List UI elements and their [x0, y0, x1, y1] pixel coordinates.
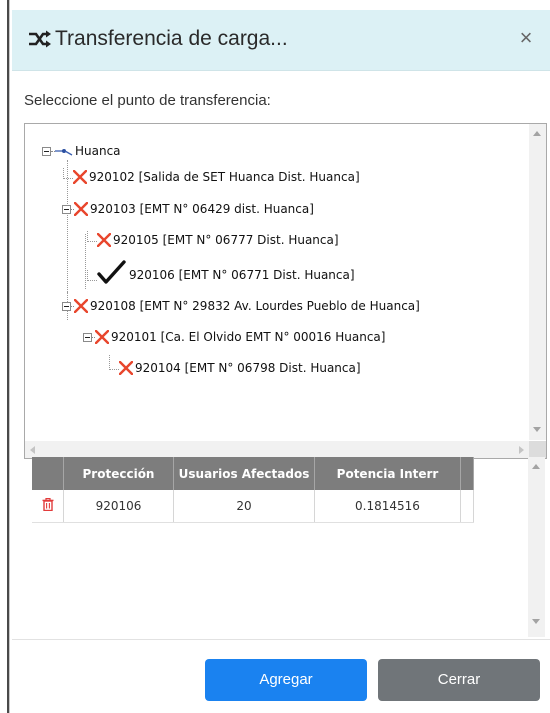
tree-node-label: 920101 [Ca. El Olvido EMT N° 00016 Huanc… [111, 330, 386, 344]
tree-node[interactable]: 920103 [EMT N° 06429 dist. Huanca] [62, 202, 314, 216]
cell-usuarios: 20 [173, 490, 315, 523]
cell-potencia: 0.1814516 [314, 490, 461, 523]
header-proteccion[interactable]: Protección [63, 457, 174, 490]
tree-node[interactable]: 920101 [Ca. El Olvido EMT N° 00016 Huanc… [83, 330, 385, 344]
footer-divider [12, 639, 550, 640]
tree-node-selected[interactable]: 920106 [EMT N° 06771 Dist. Huanca] [87, 260, 355, 286]
network-root-icon [55, 149, 73, 156]
collapse-toggle-icon[interactable] [42, 146, 51, 156]
transfer-icon [29, 30, 51, 48]
tree-root-node[interactable]: Huanca [42, 144, 121, 158]
checkmark-icon [97, 260, 126, 284]
collapse-toggle-icon[interactable] [62, 204, 71, 214]
results-table-container: Protección Usuarios Afectados Potencia I… [24, 457, 545, 637]
tree-node[interactable]: 920102 [Salida de SET Huanca Dist. Huanc… [63, 167, 360, 184]
header-potencia-interr[interactable]: Potencia Interr [314, 457, 461, 490]
header-delete-column [32, 457, 64, 490]
close-button[interactable]: × [516, 27, 536, 49]
modal-title-text: Transferencia de carga... [55, 27, 288, 50]
scroll-up-icon[interactable] [532, 464, 540, 469]
table-row[interactable]: 920106 20 0.1814516 [32, 490, 474, 523]
header-usuarios-afectados[interactable]: Usuarios Afectados [173, 457, 315, 490]
header-extra-column [460, 457, 474, 490]
x-icon [119, 361, 133, 375]
tree-node-label: 920102 [Salida de SET Huanca Dist. Huanc… [89, 170, 360, 184]
tree-vertical-scrollbar[interactable] [529, 124, 546, 440]
cell-proteccion: 920106 [63, 490, 174, 523]
scroll-down-icon[interactable] [532, 619, 540, 624]
x-icon [95, 330, 109, 344]
x-icon [74, 202, 88, 216]
tree-node-label: 920105 [EMT N° 06777 Dist. Huanca] [113, 233, 339, 247]
tree-node[interactable]: 920105 [EMT N° 06777 Dist. Huanca] [87, 230, 339, 247]
table-header-row: Protección Usuarios Afectados Potencia I… [32, 457, 474, 490]
scroll-right-icon[interactable] [519, 446, 524, 454]
trash-icon[interactable] [42, 497, 54, 512]
modal-header: Transferencia de carga... × [12, 10, 550, 71]
x-icon [97, 233, 111, 247]
collapse-toggle-icon[interactable] [83, 332, 92, 342]
results-table: Protección Usuarios Afectados Potencia I… [32, 457, 474, 523]
agregar-button[interactable]: Agregar [205, 659, 367, 701]
tree-node-label: 920106 [EMT N° 06771 Dist. Huanca] [129, 268, 355, 282]
cell-extra [460, 490, 474, 523]
tree-node-label: 920103 [EMT N° 06429 dist. Huanca] [90, 202, 314, 216]
table-vertical-scrollbar[interactable] [528, 457, 545, 637]
x-icon [73, 170, 87, 184]
tree-node[interactable]: 920104 [EMT N° 06798 Dist. Huanca] [109, 354, 361, 375]
scroll-left-icon[interactable] [30, 446, 35, 454]
tree-node-label: 920104 [EMT N° 06798 Dist. Huanca] [135, 361, 361, 375]
cerrar-button[interactable]: Cerrar [378, 659, 540, 701]
modal-title: Transferencia de carga... [28, 25, 288, 53]
delete-cell[interactable] [32, 490, 64, 523]
scrollbar-corner [529, 441, 546, 458]
x-icon [74, 299, 88, 313]
scroll-up-icon[interactable] [533, 131, 541, 136]
collapse-toggle-icon[interactable] [62, 301, 71, 311]
transfer-modal: Transferencia de carga... × Seleccione e… [12, 10, 550, 713]
tree-node[interactable]: 920108 [EMT N° 29832 Av. Lourdes Pueblo … [62, 299, 420, 313]
instruction-text: Seleccione el punto de transferencia: [24, 92, 271, 109]
background-page-edge [0, 0, 10, 713]
tree-horizontal-scrollbar[interactable] [25, 441, 529, 458]
tree-guide-line [85, 234, 86, 289]
tree-node-label: 920108 [EMT N° 29832 Av. Lourdes Pueblo … [90, 299, 420, 313]
transfer-tree[interactable]: Huanca 920102 [Salida de SET Huanca Dist… [24, 123, 547, 459]
scroll-down-icon[interactable] [533, 427, 541, 432]
tree-root-label: Huanca [75, 144, 121, 158]
